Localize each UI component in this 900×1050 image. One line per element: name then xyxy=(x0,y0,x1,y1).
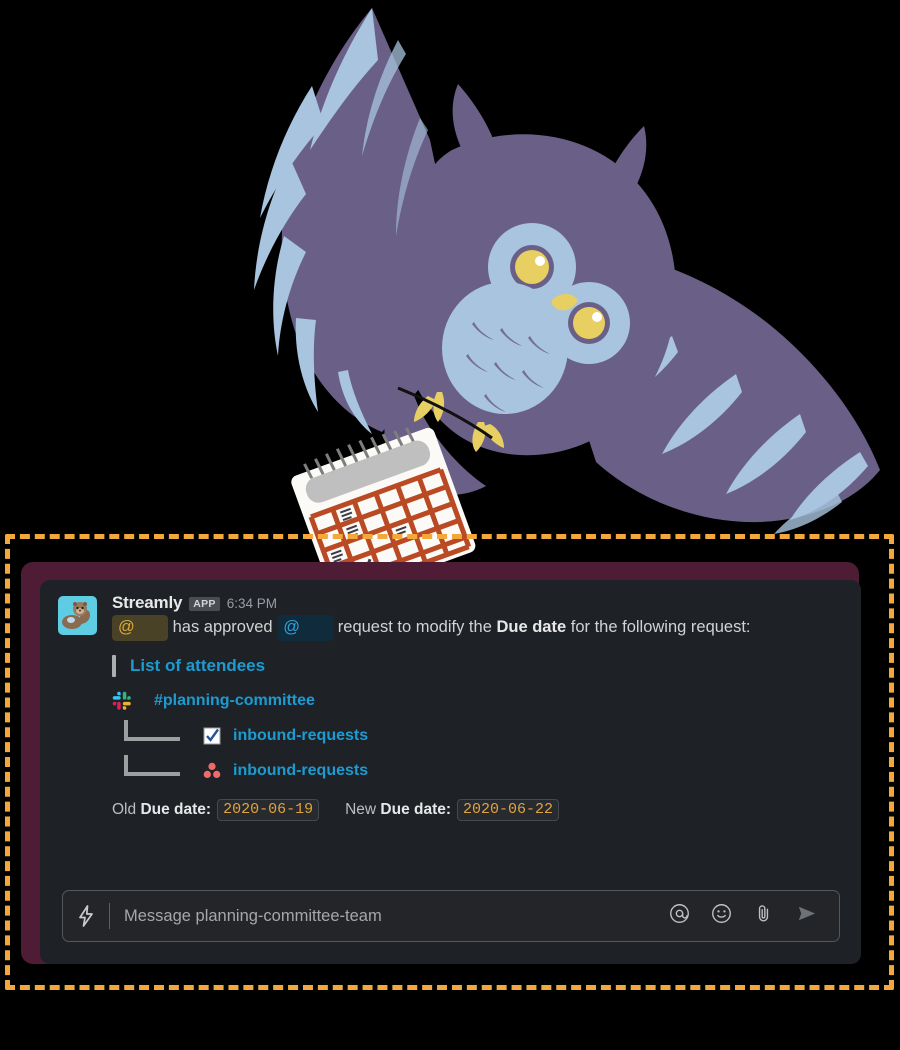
tree-elbow-icon xyxy=(124,755,180,777)
otter-icon xyxy=(62,602,90,629)
mention-requester[interactable]: @ xyxy=(277,614,334,642)
old-date-value: 2020-06-19 xyxy=(217,799,320,822)
due-date-row: Old Due date: 2020-06-19 New Due date: 2… xyxy=(112,799,843,822)
message-text-after-1: request to modify the xyxy=(337,617,492,636)
attachment-accent-bar xyxy=(112,655,116,678)
hero-illustration xyxy=(0,0,900,600)
message-body: Streamly APP 6:34 PM @ has approved @ re… xyxy=(112,594,843,822)
emoji-icon[interactable] xyxy=(711,903,732,929)
slack-logo-icon xyxy=(112,691,132,711)
new-date-prefix: New xyxy=(345,801,377,819)
message-text: @ has approved @ request to modify the D… xyxy=(112,614,843,642)
message-input[interactable]: Message planning-committee-team xyxy=(110,907,669,926)
app-badge: APP xyxy=(189,597,220,611)
attachment-icon[interactable] xyxy=(753,903,774,929)
send-icon[interactable] xyxy=(795,902,818,930)
tree-elbow-icon xyxy=(124,720,180,742)
attachment-title[interactable]: List of attendees xyxy=(130,656,265,676)
message-text-middle: has approved xyxy=(172,617,273,636)
new-date-value: 2020-06-22 xyxy=(457,799,560,822)
avatar[interactable] xyxy=(58,596,97,635)
composer-actions xyxy=(669,902,839,930)
slack-message: Streamly APP 6:34 PM @ has approved @ re… xyxy=(40,580,861,822)
attachment-row-label[interactable]: inbound-requests xyxy=(233,727,368,745)
message-timestamp[interactable]: 6:34 PM xyxy=(227,597,277,611)
calendar-icon xyxy=(291,427,476,600)
attachment-channel-row[interactable]: #planning-committee xyxy=(112,691,843,711)
message-composer[interactable]: Message planning-committee-team xyxy=(62,890,840,942)
new-date-field: Due date: xyxy=(380,801,452,819)
message-text-field: Due date xyxy=(496,617,567,636)
attachment-title-row: List of attendees xyxy=(112,655,843,678)
old-date-prefix: Old xyxy=(112,801,137,819)
mention-approver[interactable]: @ xyxy=(112,614,168,642)
asana-logo-icon xyxy=(202,761,222,781)
message-text-after-2: for the following request: xyxy=(570,617,751,636)
lightning-bolt-icon[interactable] xyxy=(63,905,109,927)
attachment-row[interactable]: inbound-requests xyxy=(112,755,843,781)
attachment-row-label[interactable]: inbound-requests xyxy=(233,762,368,780)
attachment-channel-label[interactable]: #planning-committee xyxy=(154,692,315,710)
old-date-field: Due date: xyxy=(140,801,212,819)
message-header: Streamly APP 6:34 PM xyxy=(112,594,843,612)
attachment-row[interactable]: inbound-requests xyxy=(112,720,843,746)
message-author[interactable]: Streamly xyxy=(112,594,182,611)
mention-icon[interactable] xyxy=(669,903,690,929)
message-attachment: List of attendees #planning-committee in… xyxy=(112,655,843,822)
white-check-mark-icon xyxy=(202,726,222,746)
